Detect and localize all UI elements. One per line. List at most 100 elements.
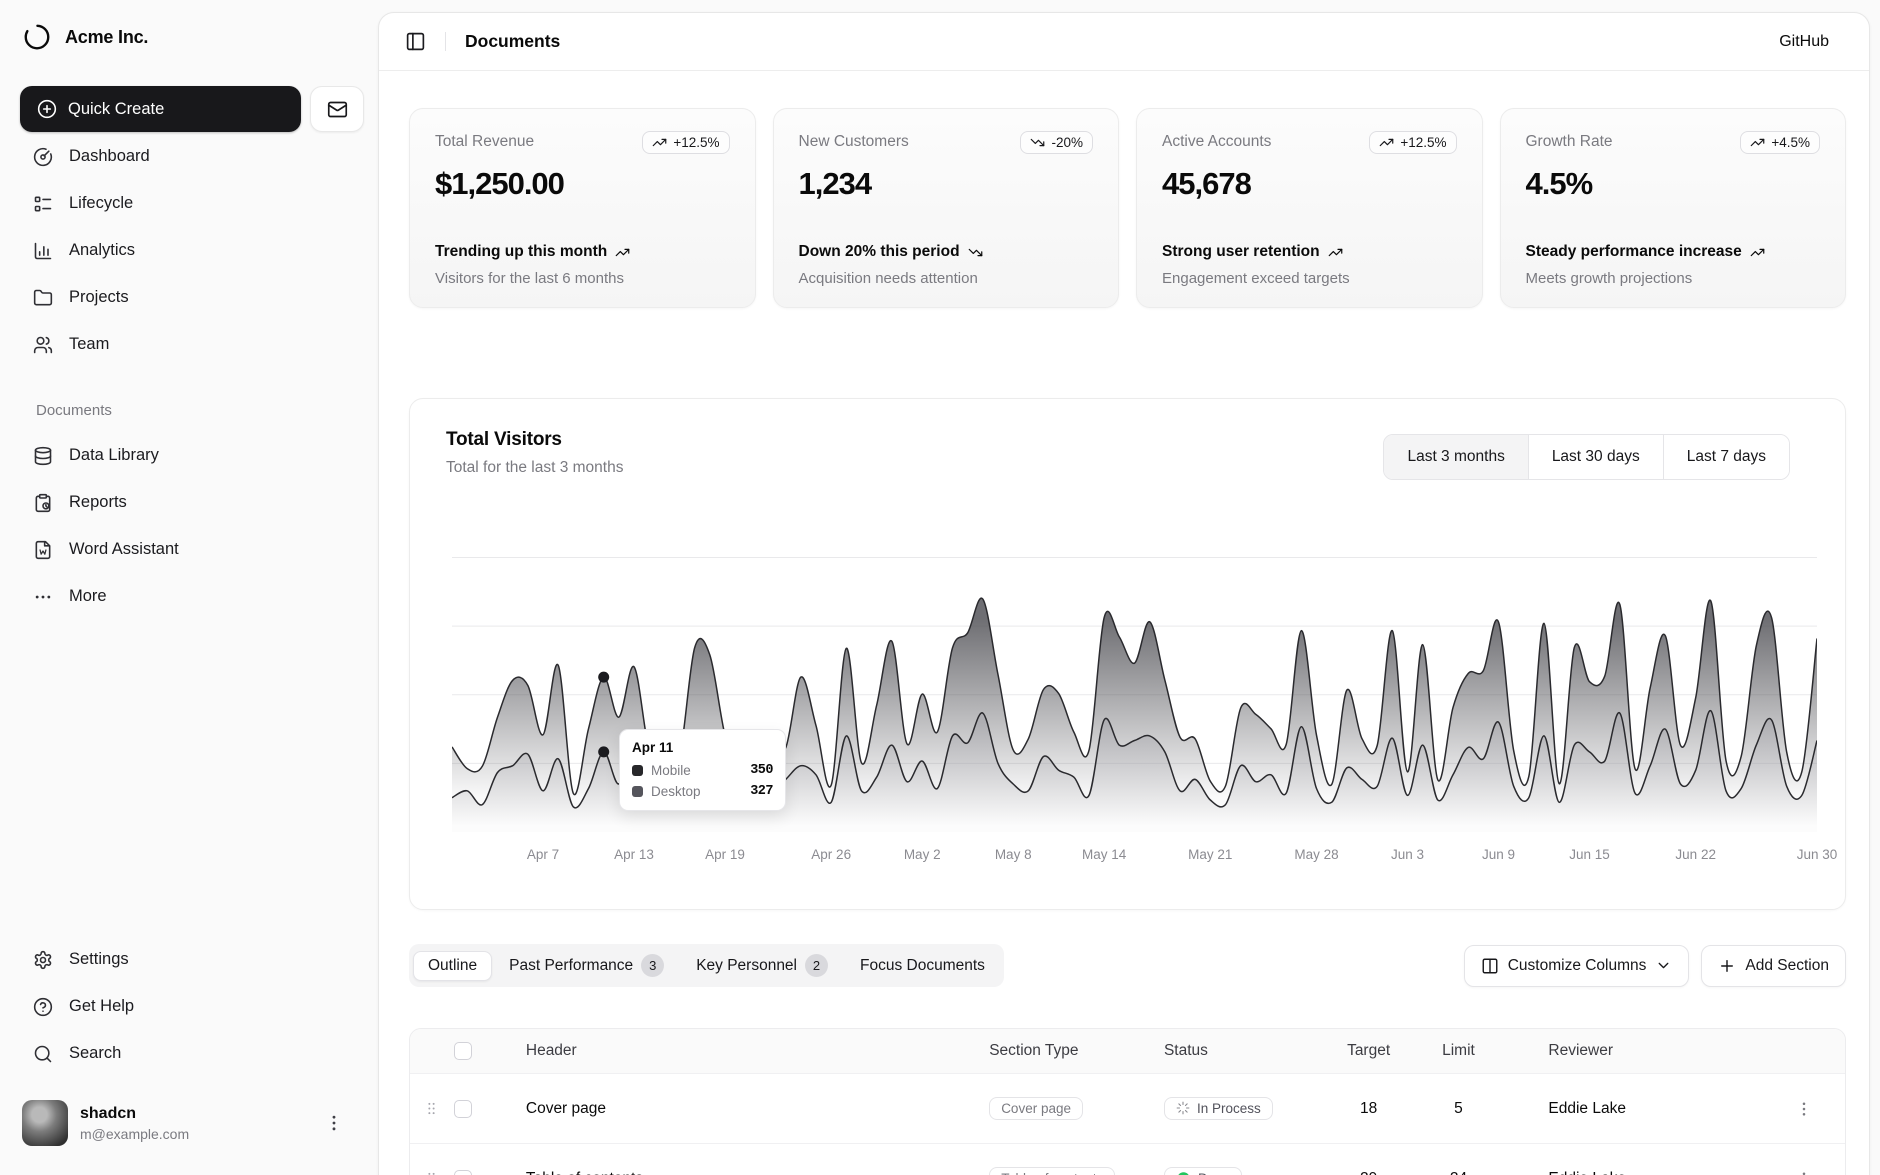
- area-chart-svg: Apr 7Apr 13Apr 19Apr 26May 2May 8May 14M…: [410, 422, 1847, 882]
- trending-up-icon: [1379, 135, 1394, 150]
- sidebar-item-label: Lifecycle: [69, 194, 133, 213]
- col-header: Header: [496, 1042, 969, 1060]
- col-target: Target: [1324, 1042, 1414, 1060]
- sidebar-item-label: Analytics: [69, 241, 135, 260]
- grip-vertical-icon: [423, 1170, 440, 1175]
- ellipsis-icon: [33, 587, 53, 607]
- tab-key-personnel[interactable]: Key Personnel2: [681, 948, 843, 983]
- quick-create-button[interactable]: Quick Create: [20, 86, 301, 132]
- status-badge: Done: [1164, 1167, 1242, 1175]
- sidebar-item-label: Word Assistant: [69, 540, 179, 559]
- stat-footer: Steady performance increase: [1526, 241, 1776, 263]
- github-link[interactable]: GitHub: [1779, 33, 1829, 51]
- cell-limit[interactable]: 24: [1414, 1170, 1504, 1175]
- sidebar-item-data-library[interactable]: Data Library: [20, 432, 364, 479]
- trending-up-icon: [1750, 135, 1765, 150]
- main-header: Documents GitHub: [379, 13, 1869, 71]
- customize-columns-button[interactable]: Customize Columns: [1464, 945, 1690, 987]
- x-tick-label: Jun 30: [1797, 847, 1838, 862]
- page-title: Documents: [465, 31, 560, 52]
- brand[interactable]: Acme Inc.: [22, 22, 148, 52]
- dashboard-root: Acme Inc. Quick Create Dashboard Lifecycl…: [0, 0, 1880, 1175]
- sections-table: Header Section Type Status Target Limit …: [409, 1028, 1846, 1175]
- trending-down-icon: [968, 245, 983, 260]
- sidebar-item-label: Get Help: [69, 997, 134, 1016]
- chart-icon: [33, 241, 53, 261]
- fileword-icon: [33, 540, 53, 560]
- cell-reviewer[interactable]: Eddie Lake: [1503, 1170, 1738, 1175]
- x-tick-label: Apr 26: [811, 847, 851, 862]
- stat-value: 4.5%: [1526, 166, 1821, 202]
- drag-handle[interactable]: [410, 1170, 454, 1175]
- trend-badge: +12.5%: [642, 131, 729, 154]
- add-section-button[interactable]: Add Section: [1701, 945, 1846, 987]
- sidebar-item-more[interactable]: More: [20, 573, 364, 620]
- ellipsis-vertical-icon: [324, 1113, 344, 1133]
- plus-icon: [1718, 957, 1736, 975]
- quick-create-label: Quick Create: [68, 100, 164, 119]
- row-menu-button[interactable]: [1795, 1100, 1813, 1118]
- tab-count-badge: 2: [805, 954, 828, 977]
- columns-icon: [1481, 957, 1499, 975]
- user-row[interactable]: shadcn m@example.com: [22, 1100, 368, 1146]
- stat-card-new-customers: New Customers-20%1,234Down 20% this peri…: [773, 108, 1120, 308]
- col-status: Status: [1149, 1042, 1324, 1060]
- sidebar-toggle-button[interactable]: [405, 31, 426, 52]
- sidebar: Acme Inc. Quick Create Dashboard Lifecycl…: [0, 0, 378, 1175]
- acme-logo-icon: [22, 22, 52, 52]
- plus-icon: [1718, 957, 1736, 975]
- avatar: [22, 1100, 68, 1146]
- x-tick-label: May 8: [995, 847, 1032, 862]
- col-reviewer: Reviewer: [1503, 1042, 1738, 1060]
- row-checkbox[interactable]: [454, 1100, 472, 1118]
- list-icon: [33, 194, 53, 214]
- stat-title: Active Accounts: [1162, 131, 1271, 151]
- cell-target[interactable]: 18: [1324, 1100, 1414, 1118]
- stat-footer: Down 20% this period: [799, 241, 1049, 263]
- series-swatch: [632, 765, 643, 776]
- stat-title: Total Revenue: [435, 131, 534, 151]
- cell-header[interactable]: Table of contents: [496, 1170, 969, 1175]
- help-icon: [33, 997, 53, 1017]
- row-checkbox[interactable]: [454, 1170, 472, 1175]
- inbox-button[interactable]: [310, 86, 364, 132]
- tab-focus-documents[interactable]: Focus Documents: [845, 951, 1000, 981]
- sidebar-item-search[interactable]: Search: [20, 1030, 364, 1077]
- drag-handle[interactable]: [410, 1100, 454, 1117]
- table-toolbar: OutlinePast Performance3Key Personnel2Fo…: [409, 944, 1846, 987]
- sidebar-item-lifecycle[interactable]: Lifecycle: [20, 180, 364, 227]
- cell-header[interactable]: Cover page: [496, 1100, 969, 1118]
- sidebar-item-settings[interactable]: Settings: [20, 936, 364, 983]
- tab-outline[interactable]: Outline: [413, 951, 492, 981]
- sidebar-item-word-assistant[interactable]: Word Assistant: [20, 526, 364, 573]
- main-panel: Documents GitHub Total Revenue+12.5%$1,2…: [378, 12, 1870, 1175]
- x-tick-label: Apr 7: [527, 847, 559, 862]
- sidebar-item-team[interactable]: Team: [20, 321, 364, 368]
- folder-icon: [33, 288, 53, 308]
- mail-icon: [327, 99, 348, 120]
- row-menu-button[interactable]: [1795, 1170, 1813, 1175]
- sidebar-item-analytics[interactable]: Analytics: [20, 227, 364, 274]
- cell-limit[interactable]: 5: [1414, 1100, 1504, 1118]
- sidebar-item-label: Settings: [69, 950, 129, 969]
- stat-subtext: Visitors for the last 6 months: [435, 270, 730, 287]
- status-badge: In Process: [1164, 1097, 1273, 1120]
- user-menu-button[interactable]: [324, 1113, 368, 1133]
- quick-create-row: Quick Create: [20, 86, 364, 132]
- columns-icon: [1481, 957, 1499, 975]
- select-all-checkbox[interactable]: [454, 1042, 472, 1060]
- table-actions: Customize Columns Add Section: [1464, 945, 1846, 987]
- tooltip-row-desktop: Desktop327: [632, 784, 773, 799]
- sidebar-item-dashboard[interactable]: Dashboard: [20, 133, 364, 180]
- sidebar-item-get-help[interactable]: Get Help: [20, 983, 364, 1030]
- x-tick-label: Apr 19: [705, 847, 745, 862]
- tab-past-performance[interactable]: Past Performance3: [494, 948, 679, 983]
- sidebar-item-projects[interactable]: Projects: [20, 274, 364, 321]
- sidebar-item-reports[interactable]: Reports: [20, 479, 364, 526]
- cell-target[interactable]: 29: [1324, 1170, 1414, 1175]
- ellipsis-vertical-icon: [1795, 1100, 1813, 1118]
- user-name: shadcn: [80, 1105, 189, 1123]
- cell-reviewer[interactable]: Eddie Lake: [1503, 1100, 1738, 1118]
- visitors-area-chart[interactable]: Apr 7Apr 13Apr 19Apr 26May 2May 8May 14M…: [410, 422, 1847, 882]
- mail-icon: [327, 99, 348, 120]
